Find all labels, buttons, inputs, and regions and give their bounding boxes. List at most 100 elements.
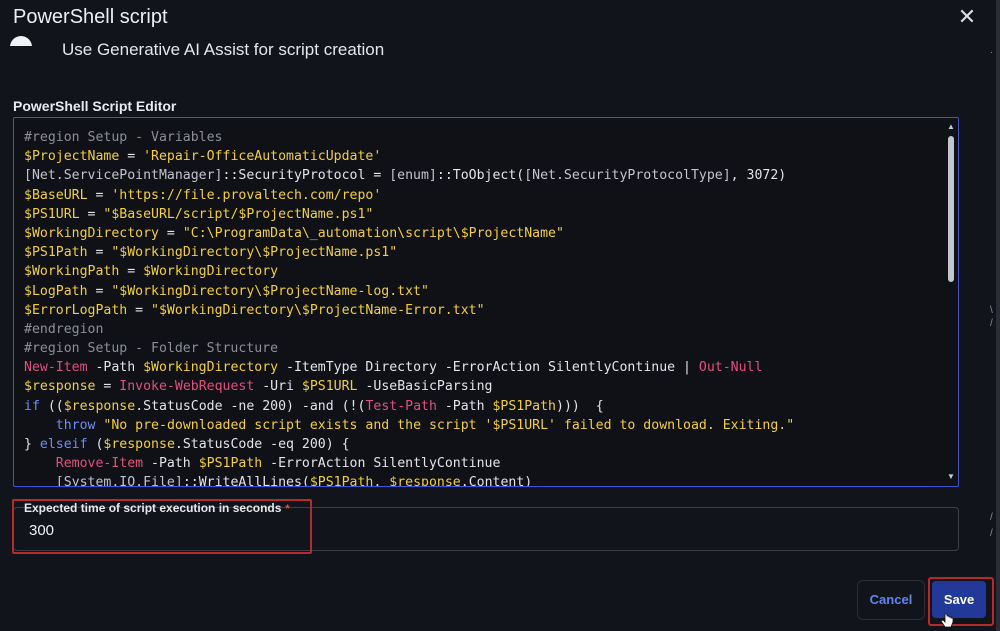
- code-token-plain: =: [87, 283, 112, 299]
- code-token-variable: $response: [63, 398, 136, 414]
- code-line: #region Setup - Folder Structure: [24, 339, 794, 358]
- code-line: throw "No pre-downloaded script exists a…: [24, 416, 794, 435]
- code-token-plain: , 3072): [730, 168, 787, 184]
- code-token-plain: }: [24, 437, 40, 452]
- code-line: $LogPath = "$WorkingDirectory\$ProjectNa…: [24, 282, 794, 301]
- code-line: $WorkingPath = $WorkingDirectory: [24, 262, 794, 281]
- code-token-variable: $PS1Path: [309, 475, 374, 487]
- code-token-variable: $PS1Path: [492, 398, 557, 414]
- code-token-plain: =: [87, 245, 112, 261]
- code-token-plain: ,: [373, 475, 390, 487]
- script-code[interactable]: #region Setup - Variables $ProjectName = …: [24, 128, 794, 487]
- code-token-plain: =: [158, 225, 183, 241]
- code-token-plain: =: [79, 206, 104, 222]
- code-token-variable: $ProjectName: [24, 149, 120, 165]
- code-line: [Net.ServicePointManager]::SecurityProto…: [24, 166, 794, 185]
- code-token-cmdlet: Test-Path: [365, 398, 437, 414]
- code-line: if (($response.StatusCode -ne 200) -and …: [24, 397, 794, 416]
- code-token-string: "$BaseURL/script/$ProjectName.ps1": [103, 206, 374, 222]
- code-token-variable: $BaseURL: [24, 187, 88, 203]
- code-token-variable: $ErrorLogPath: [24, 302, 128, 318]
- code-token-variable: $response: [103, 437, 175, 452]
- code-token-plain: ::WriteAllLines(: [182, 475, 310, 487]
- ai-assist-toggle[interactable]: [10, 36, 32, 46]
- code-token-plain: =: [119, 149, 144, 165]
- code-token-plain: .Content): [460, 475, 533, 487]
- code-token-plain: -ItemType Directory -ErrorAction Silentl…: [278, 360, 699, 376]
- code-token-cmdlet: Remove-Item: [55, 456, 144, 472]
- code-token-plain: -Path: [87, 360, 144, 376]
- code-token-variable: $LogPath: [24, 283, 88, 299]
- execution-time-label: Expected time of script execution in sec…: [24, 501, 290, 515]
- code-token-plain: -Path: [436, 398, 493, 414]
- code-token-variable: $WorkingDirectory: [24, 225, 159, 241]
- code-token-plain: =: [119, 264, 144, 280]
- code-token-plain: ::SecurityProtocol =: [222, 168, 390, 184]
- execution-time-label-text: Expected time of script execution in sec…: [24, 501, 282, 515]
- code-token-variable: $WorkingDirectory: [143, 360, 279, 376]
- code-line: #region Setup - Variables: [24, 128, 794, 147]
- code-line: $response = Invoke-WebRequest -Uri $PS1U…: [24, 377, 794, 396]
- powershell-script-dialog: PowerShell script ✕ Use Generative AI As…: [0, 0, 996, 631]
- code-token-plain: .StatusCode -ne 200) -and (!(: [135, 398, 366, 414]
- background-glyph: /: [990, 528, 993, 539]
- scroll-up-icon[interactable]: ▲: [946, 122, 956, 132]
- code-line: $ErrorLogPath = "$WorkingDirectory\$Proj…: [24, 301, 794, 320]
- code-token-cmdlet: Out-Null: [698, 360, 763, 376]
- code-token-string: "$WorkingDirectory\$ProjectName-Error.tx…: [151, 302, 485, 318]
- required-mark: *: [285, 503, 290, 515]
- code-token-cmdlet: New-Item: [24, 360, 88, 376]
- background-glyph: .: [990, 45, 993, 56]
- code-token-cmdlet: Invoke-WebRequest: [119, 379, 255, 395]
- background-glyph: /: [990, 318, 993, 329]
- cancel-button[interactable]: Cancel: [857, 580, 925, 620]
- background-glyph: \: [990, 305, 993, 316]
- code-token-plain: (: [87, 437, 104, 452]
- background-strip: [996, 0, 1000, 631]
- code-token-string: "No pre-downloaded script exists and the…: [103, 417, 795, 433]
- code-token-keyword: if: [24, 398, 40, 414]
- code-line: $PS1Path = "$WorkingDirectory\$ProjectNa…: [24, 243, 794, 262]
- hand-cursor-icon: [940, 613, 954, 628]
- code-token-plain: =: [127, 302, 152, 318]
- ai-assist-label: Use Generative AI Assist for script crea…: [62, 40, 385, 59]
- scroll-down-icon[interactable]: ▼: [946, 472, 956, 482]
- background-glyph: /: [990, 512, 993, 523]
- code-token-variable: $PS1URL: [24, 206, 80, 222]
- code-line: $PS1URL = "$BaseURL/script/$ProjectName.…: [24, 205, 794, 224]
- code-line: $WorkingDirectory = "C:\ProgramData\_aut…: [24, 224, 794, 243]
- code-token-plain: -Uri: [254, 379, 302, 395]
- code-token-plain: -ErrorAction SilentlyContinue: [262, 456, 501, 472]
- code-line: Remove-Item -Path $PS1Path -ErrorAction …: [24, 454, 794, 473]
- code-token-type: [Net.ServicePointManager]: [24, 168, 223, 184]
- code-token-plain: -Path: [143, 456, 199, 472]
- code-token-plain: .StatusCode -eq 200) {: [174, 437, 350, 452]
- code-token-variable: $WorkingDirectory: [143, 264, 279, 280]
- execution-time-input[interactable]: [27, 521, 291, 540]
- scroll-thumb[interactable]: [948, 136, 954, 282]
- code-line: } elseif ($response.StatusCode -eq 200) …: [24, 435, 794, 454]
- code-token-plain: =: [87, 187, 112, 203]
- code-token-comment: #region Setup - Folder Structure: [24, 341, 279, 357]
- code-token-keyword: elseif: [39, 437, 88, 452]
- code-line: New-Item -Path $WorkingDirectory -ItemTy…: [24, 358, 794, 377]
- code-token-variable: $response: [389, 475, 461, 487]
- code-token-variable: $WorkingPath: [24, 264, 120, 280]
- code-token-variable: $PS1URL: [301, 379, 358, 395]
- close-icon[interactable]: ✕: [956, 6, 978, 28]
- code-token-plain: ::ToObject(: [436, 168, 525, 184]
- script-editor[interactable]: #region Setup - Variables $ProjectName = …: [13, 117, 959, 487]
- code-token-type: [System.IO.File]: [55, 475, 183, 487]
- code-token-variable: $PS1Path: [198, 456, 263, 472]
- code-token-string: 'Repair-OfficeAutomaticUpdate': [143, 149, 382, 165]
- code-token-plain: =: [95, 379, 120, 395]
- code-token-comment: #region Setup - Variables: [24, 130, 223, 145]
- code-token-plain: -UseBasicParsing: [357, 379, 493, 395]
- code-token-keyword: throw: [55, 417, 96, 433]
- code-token-type: [Net.SecurityProtocolType]: [524, 168, 731, 184]
- code-token-variable: $PS1Path: [24, 245, 88, 261]
- editor-scrollbar[interactable]: ▲ ▼: [946, 122, 956, 482]
